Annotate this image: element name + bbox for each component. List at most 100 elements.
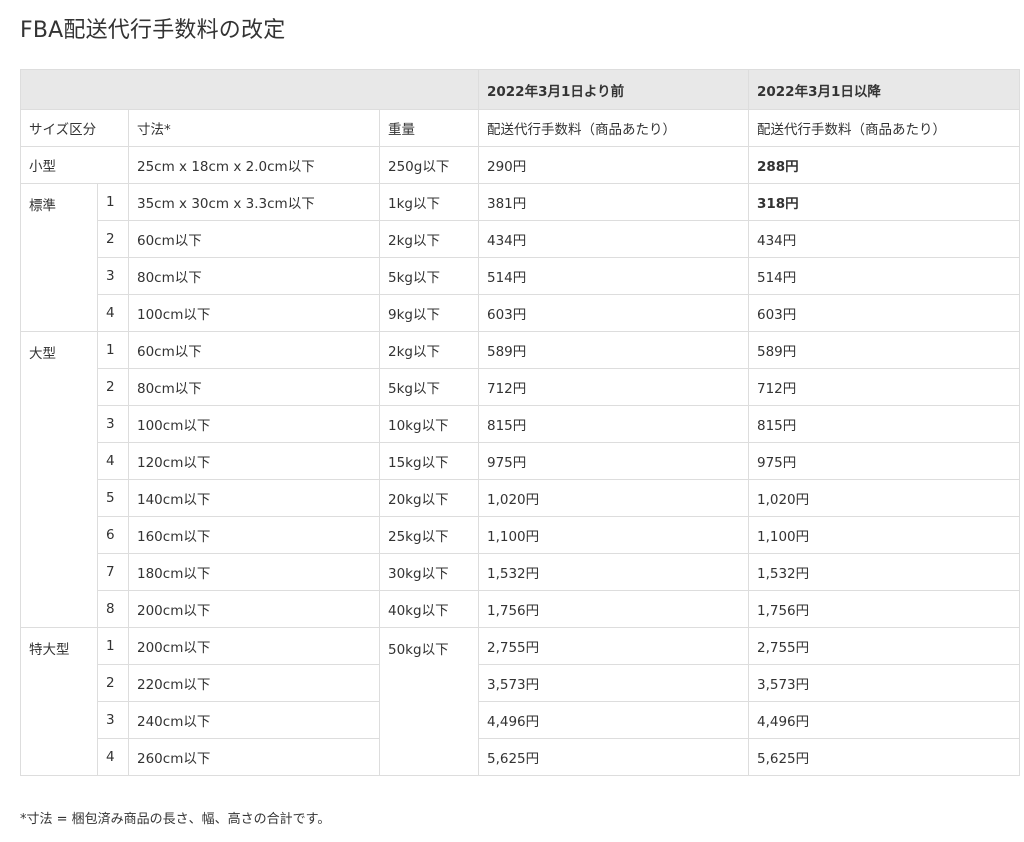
dimensions-cell: 200cm以下 bbox=[128, 590, 380, 628]
row-number: 1 bbox=[97, 183, 129, 221]
fee-after-cell: 434円 bbox=[748, 220, 1020, 258]
row-number: 4 bbox=[97, 294, 129, 332]
dimensions-cell: 120cm以下 bbox=[128, 442, 380, 480]
weight-cell: 9kg以下 bbox=[379, 294, 479, 332]
fee-before-cell: 1,100円 bbox=[478, 516, 749, 554]
fee-before-cell: 1,020円 bbox=[478, 479, 749, 517]
weight-cell: 15kg以下 bbox=[379, 442, 479, 480]
weight-cell: 5kg以下 bbox=[379, 368, 479, 406]
table-row: 大型 1 60cm以下 2kg以下 589円 589円 bbox=[20, 331, 1020, 628]
dimensions-cell: 140cm以下 bbox=[128, 479, 380, 517]
dimensions-cell: 220cm以下 bbox=[128, 664, 380, 702]
fee-before-cell: 514円 bbox=[478, 257, 749, 295]
header-before-date: 2022年3月1日より前 bbox=[478, 69, 749, 110]
table-row: 4 120cm以下 15kg以下 975円 975円 bbox=[21, 442, 1020, 480]
fee-before-cell: 712円 bbox=[478, 368, 749, 406]
fee-table: 2022年3月1日より前 2022年3月1日以降 サイズ区分 寸法* 重量 配送… bbox=[20, 69, 1020, 776]
weight-cell: 25kg以下 bbox=[379, 516, 479, 554]
col-size-class: サイズ区分 bbox=[20, 109, 129, 147]
fee-after-cell: 3,573円 bbox=[748, 664, 1020, 702]
weight-cell-oversize: 50kg以下 bbox=[379, 627, 479, 776]
weight-cell: 2kg以下 bbox=[379, 331, 479, 369]
fee-after-cell: 1,532円 bbox=[748, 553, 1020, 591]
header-after-date: 2022年3月1日以降 bbox=[748, 69, 1020, 110]
row-number: 7 bbox=[97, 553, 129, 591]
table-row: 3 100cm以下 10kg以下 815円 815円 bbox=[21, 405, 1020, 443]
table-header-row: 2022年3月1日より前 2022年3月1日以降 bbox=[20, 69, 1020, 110]
row-number: 3 bbox=[97, 257, 129, 295]
size-class-small: 小型 bbox=[20, 146, 129, 184]
fee-before-cell: 290円 bbox=[478, 146, 749, 184]
table-row: 7 180cm以下 30kg以下 1,532円 1,532円 bbox=[21, 553, 1020, 591]
table-row: 2 80cm以下 5kg以下 712円 712円 bbox=[21, 368, 1020, 406]
dimensions-cell: 240cm以下 bbox=[128, 701, 380, 739]
weight-cell: 30kg以下 bbox=[379, 553, 479, 591]
fee-after-cell: 5,625円 bbox=[748, 738, 1020, 776]
fee-before-cell: 975円 bbox=[478, 442, 749, 480]
weight-cell: 10kg以下 bbox=[379, 405, 479, 443]
dimensions-cell: 100cm以下 bbox=[128, 294, 380, 332]
table-row: 2 220cm以下 3,573円 3,573円 bbox=[21, 664, 1020, 702]
dimensions-cell: 180cm以下 bbox=[128, 553, 380, 591]
row-number: 1 bbox=[97, 627, 129, 665]
dimensions-cell: 60cm以下 bbox=[128, 331, 380, 369]
dimensions-cell: 100cm以下 bbox=[128, 405, 380, 443]
fee-after-cell: 288円 bbox=[748, 146, 1020, 184]
fee-after-cell: 2,755円 bbox=[748, 627, 1020, 665]
fee-before-cell: 5,625円 bbox=[478, 738, 749, 776]
header-empty-cell bbox=[20, 69, 479, 110]
fee-after-cell: 1,100円 bbox=[748, 516, 1020, 554]
col-fee-before: 配送代行手数料（商品あたり） bbox=[478, 109, 749, 147]
dimensions-cell: 200cm以下 bbox=[128, 627, 380, 665]
table-row: 2 60cm以下 2kg以下 434円 434円 bbox=[21, 220, 1020, 258]
table-row: 小型 25cm x 18cm x 2.0cm以下 250g以下 290円 288… bbox=[20, 146, 1020, 184]
fee-after-cell: 318円 bbox=[748, 183, 1020, 221]
fee-before-cell: 603円 bbox=[478, 294, 749, 332]
fee-after-cell: 1,756円 bbox=[748, 590, 1020, 628]
fee-after-cell: 975円 bbox=[748, 442, 1020, 480]
row-number: 4 bbox=[97, 738, 129, 776]
fee-before-cell: 3,573円 bbox=[478, 664, 749, 702]
table-row: 4 260cm以下 5,625円 5,625円 bbox=[21, 738, 1020, 776]
col-weight: 重量 bbox=[379, 109, 479, 147]
weight-cell: 20kg以下 bbox=[379, 479, 479, 517]
fee-before-cell: 589円 bbox=[478, 331, 749, 369]
weight-cell: 1kg以下 bbox=[379, 183, 479, 221]
page-title: FBA配送代行手数料の改定 bbox=[20, 18, 286, 43]
dimensions-cell: 35cm x 30cm x 3.3cm以下 bbox=[128, 183, 380, 221]
dimensions-cell: 25cm x 18cm x 2.0cm以下 bbox=[128, 146, 380, 184]
size-class-standard: 標準 bbox=[20, 183, 98, 332]
table-subheader-row: サイズ区分 寸法* 重量 配送代行手数料（商品あたり） 配送代行手数料（商品あた… bbox=[20, 109, 1020, 147]
col-fee-after: 配送代行手数料（商品あたり） bbox=[748, 109, 1020, 147]
fee-before-cell: 381円 bbox=[478, 183, 749, 221]
weight-cell: 5kg以下 bbox=[379, 257, 479, 295]
fee-before-cell: 1,532円 bbox=[478, 553, 749, 591]
row-number: 3 bbox=[97, 405, 129, 443]
row-number: 3 bbox=[97, 701, 129, 739]
dimensions-cell: 160cm以下 bbox=[128, 516, 380, 554]
dimensions-cell: 260cm以下 bbox=[128, 738, 380, 776]
table-row: 標準 1 35cm x 30cm x 3.3cm以下 1kg以下 381円 31… bbox=[20, 183, 1020, 332]
table-row: 3 240cm以下 4,496円 4,496円 bbox=[21, 701, 1020, 739]
dimensions-cell: 80cm以下 bbox=[128, 257, 380, 295]
size-class-large: 大型 bbox=[20, 331, 98, 628]
fee-before-cell: 1,756円 bbox=[478, 590, 749, 628]
dimensions-cell: 60cm以下 bbox=[128, 220, 380, 258]
col-dimensions: 寸法* bbox=[128, 109, 380, 147]
row-number: 2 bbox=[97, 220, 129, 258]
fee-after-cell: 603円 bbox=[748, 294, 1020, 332]
fee-after-cell: 4,496円 bbox=[748, 701, 1020, 739]
fee-before-cell: 434円 bbox=[478, 220, 749, 258]
row-number: 1 bbox=[97, 331, 129, 369]
fee-after-cell: 815円 bbox=[748, 405, 1020, 443]
fee-before-cell: 4,496円 bbox=[478, 701, 749, 739]
fee-after-cell: 712円 bbox=[748, 368, 1020, 406]
table-row: 3 80cm以下 5kg以下 514円 514円 bbox=[21, 257, 1020, 295]
row-number: 5 bbox=[97, 479, 129, 517]
table-row: 特大型 1 200cm以下 50kg以下 2,755円 2,755円 bbox=[20, 627, 1020, 776]
row-number: 2 bbox=[97, 664, 129, 702]
fee-before-cell: 2,755円 bbox=[478, 627, 749, 665]
footnote: *寸法 = 梱包済み商品の長さ、幅、高さの合計です。 bbox=[20, 812, 331, 827]
row-number: 6 bbox=[97, 516, 129, 554]
row-number: 2 bbox=[97, 368, 129, 406]
